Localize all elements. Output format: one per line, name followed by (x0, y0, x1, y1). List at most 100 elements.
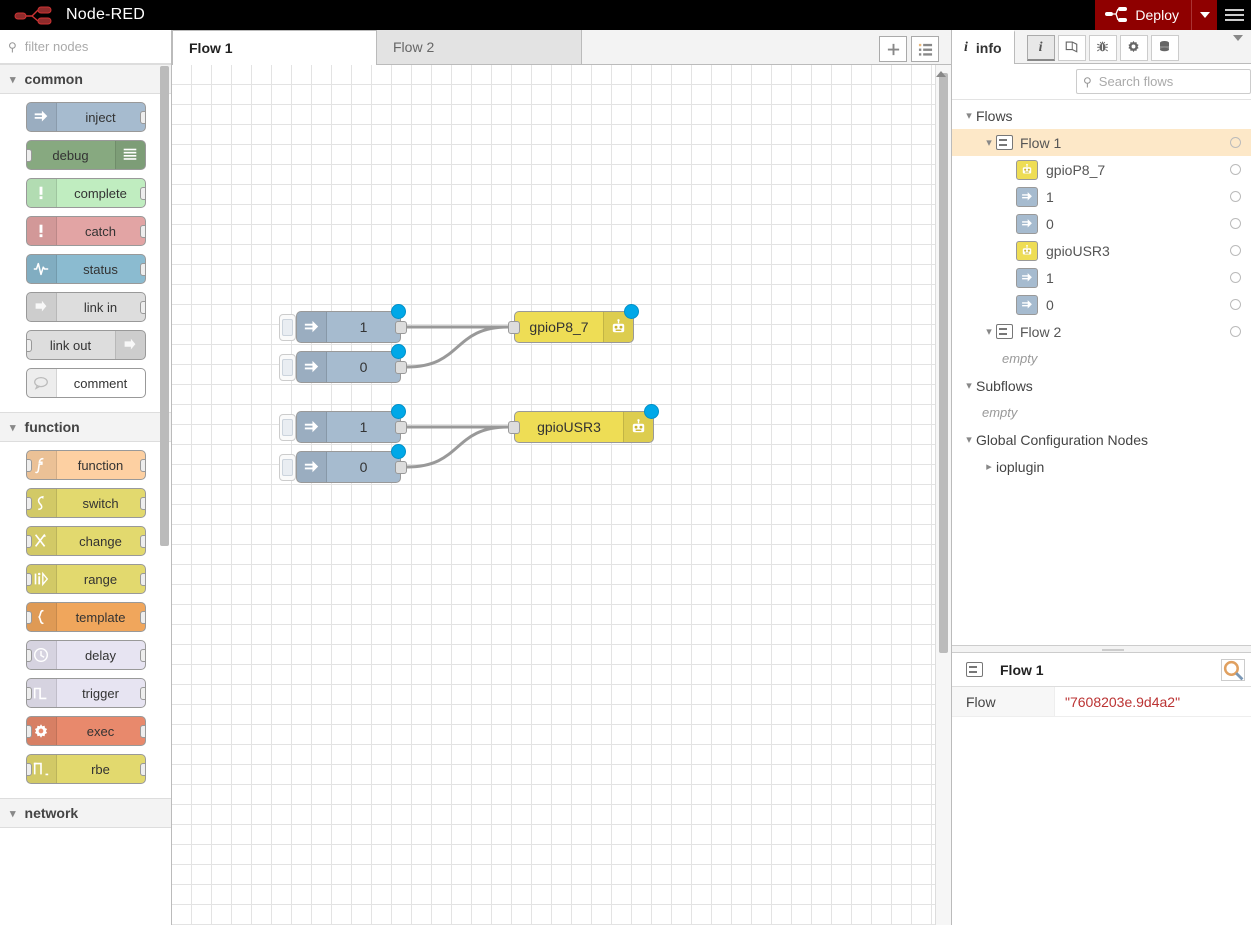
palette-node-input-port (26, 573, 32, 586)
tree-item-gpiop8_7[interactable]: gpioP8_7 (952, 156, 1251, 183)
property-key: Flow (952, 687, 1055, 716)
tree-item-toggle[interactable] (1230, 299, 1241, 310)
flow-node-gpioUSR3[interactable]: gpioUSR3 (508, 404, 659, 443)
palette-node-switch[interactable]: switch (25, 488, 146, 518)
tree-item-global-configuration-nodes[interactable]: ▾ Global Configuration Nodes (952, 426, 1251, 453)
tree-item-subflows[interactable]: ▾ Subflows (952, 372, 1251, 399)
palette-node-link-in[interactable]: link in (25, 292, 146, 322)
tree-item-gpiousr3[interactable]: gpioUSR3 (952, 237, 1251, 264)
palette-filter[interactable]: ⚲ (0, 30, 171, 64)
palette-node-output-port (139, 687, 145, 700)
inject-trigger-button[interactable] (279, 414, 296, 441)
node-output-port[interactable] (395, 321, 407, 334)
filter-nodes-input[interactable] (22, 38, 153, 55)
palette-category-function[interactable]: ▾ function (0, 412, 171, 442)
palette-node-rbe[interactable]: rbe (25, 754, 146, 784)
chevron-down-icon[interactable]: ▾ (962, 109, 976, 122)
chevron-down-icon[interactable]: ▾ (982, 136, 996, 149)
tree-item-0[interactable]: 0 (952, 210, 1251, 237)
tree-item-0[interactable]: 0 (952, 291, 1251, 318)
palette-node-comment[interactable]: comment (25, 368, 146, 398)
tree-item-ioplugin[interactable]: ▸ ioplugin (952, 453, 1251, 480)
chevron-down-icon[interactable]: ▾ (962, 433, 976, 446)
node-input-port[interactable] (508, 421, 520, 434)
tree-item-empty[interactable]: empty (952, 345, 1251, 372)
tree-item-toggle[interactable] (1230, 137, 1241, 148)
palette-category-body: function switch change range template delay tr… (0, 442, 171, 798)
sidebar-splitter[interactable] (952, 645, 1251, 653)
flow-tab-flow-2[interactable]: Flow 2 (377, 30, 582, 64)
tree-item-toggle[interactable] (1230, 245, 1241, 256)
flows-tree: ▾ Flows ▾ Flow 1 gpioP8_7 1 0 gpioUSR3 1 0 ▾ Flow 2… (952, 100, 1251, 645)
palette-node-link-out[interactable]: link out (25, 330, 146, 360)
tree-item-1[interactable]: 1 (952, 183, 1251, 210)
flow-node-1[interactable]: 1 (279, 404, 407, 443)
node-output-port[interactable] (395, 461, 407, 474)
palette-category-network[interactable]: ▾ network (0, 798, 171, 828)
chevron-down-icon[interactable]: ▾ (982, 325, 996, 338)
inject-trigger-button[interactable] (279, 314, 296, 341)
flow-node-gpioP8_7[interactable]: gpioP8_7 (508, 304, 639, 343)
flow-node-1[interactable]: 1 (279, 304, 407, 343)
palette-category-common[interactable]: ▾ common (0, 64, 171, 94)
flow-link[interactable] (406, 425, 509, 469)
node-output-port[interactable] (395, 361, 407, 374)
search-flows-box[interactable]: ⚲ (1076, 69, 1251, 94)
inject-trigger-button[interactable] (279, 354, 296, 381)
flow-canvas[interactable]: 1 0 1 0 gpioP8_7 gpioUSR3 (172, 65, 951, 925)
palette-node-inject[interactable]: inject (25, 102, 146, 132)
tree-item-1[interactable]: 1 (952, 264, 1251, 291)
hamburger-menu-icon (1224, 9, 1244, 11)
tree-item-toggle[interactable] (1230, 191, 1241, 202)
chevron-down-icon[interactable]: ▾ (962, 379, 976, 392)
flow-node-0[interactable]: 0 (279, 344, 407, 383)
deploy-options-button[interactable] (1191, 0, 1217, 30)
flow-node-0[interactable]: 0 (279, 444, 407, 483)
deploy-button[interactable]: Deploy (1095, 0, 1191, 30)
tree-item-empty[interactable]: empty (952, 399, 1251, 426)
palette-node-complete[interactable]: complete (25, 178, 146, 208)
palette-node-template[interactable]: template (25, 602, 146, 632)
search-properties-button[interactable] (1221, 658, 1245, 681)
sidebar-button-database-context[interactable] (1150, 35, 1179, 61)
tree-item-toggle[interactable] (1230, 272, 1241, 283)
sidebar-overflow-button[interactable] (1233, 35, 1251, 63)
sidebar-button-info-i[interactable]: i (1026, 35, 1055, 61)
tree-item-flows[interactable]: ▾ Flows (952, 102, 1251, 129)
palette-node-range[interactable]: range (25, 564, 146, 594)
palette-node-trigger[interactable]: trigger (25, 678, 146, 708)
palette-node-debug[interactable]: debug (25, 140, 146, 170)
tree-item-flow-2[interactable]: ▾ Flow 2 (952, 318, 1251, 345)
flow-tab-flow-1[interactable]: Flow 1 (172, 30, 377, 65)
sidebar-button-bug-debug[interactable] (1088, 35, 1117, 61)
inject-trigger-button[interactable] (279, 454, 296, 481)
palette-node-output-port (139, 725, 145, 738)
sidebar-button-book-help[interactable] (1057, 35, 1086, 61)
flow-link[interactable] (406, 325, 509, 369)
node-output-port[interactable] (395, 421, 407, 434)
main-menu-button[interactable] (1217, 0, 1251, 30)
detail-panel-header: Flow 1 (952, 653, 1251, 687)
tree-item-toggle[interactable] (1230, 164, 1241, 175)
canvas-vertical-scrollbar[interactable] (936, 71, 948, 653)
link-in-icon (26, 293, 57, 321)
tree-item-toggle[interactable] (1230, 218, 1241, 229)
chevron-right-icon[interactable]: ▸ (982, 460, 996, 473)
tree-item-toggle[interactable] (1230, 326, 1241, 337)
list-flows-button[interactable] (911, 36, 939, 62)
palette-node-status[interactable]: status (25, 254, 146, 284)
add-flow-button[interactable] (879, 36, 907, 62)
gear-config-icon (1126, 39, 1141, 57)
palette-node-input-port (26, 649, 32, 662)
palette-node-function[interactable]: function (25, 450, 146, 480)
search-flows-input[interactable] (1096, 73, 1251, 90)
palette-node-catch[interactable]: catch (25, 216, 146, 246)
palette-scrollbar[interactable] (160, 66, 169, 546)
palette-node-delay[interactable]: delay (25, 640, 146, 670)
node-input-port[interactable] (508, 321, 520, 334)
palette-node-change[interactable]: change (25, 526, 146, 556)
sidebar-button-gear-config[interactable] (1119, 35, 1148, 61)
palette-node-exec[interactable]: exec (25, 716, 146, 746)
tab-info[interactable]: i info (952, 30, 1015, 64)
tree-item-flow-1[interactable]: ▾ Flow 1 (952, 129, 1251, 156)
